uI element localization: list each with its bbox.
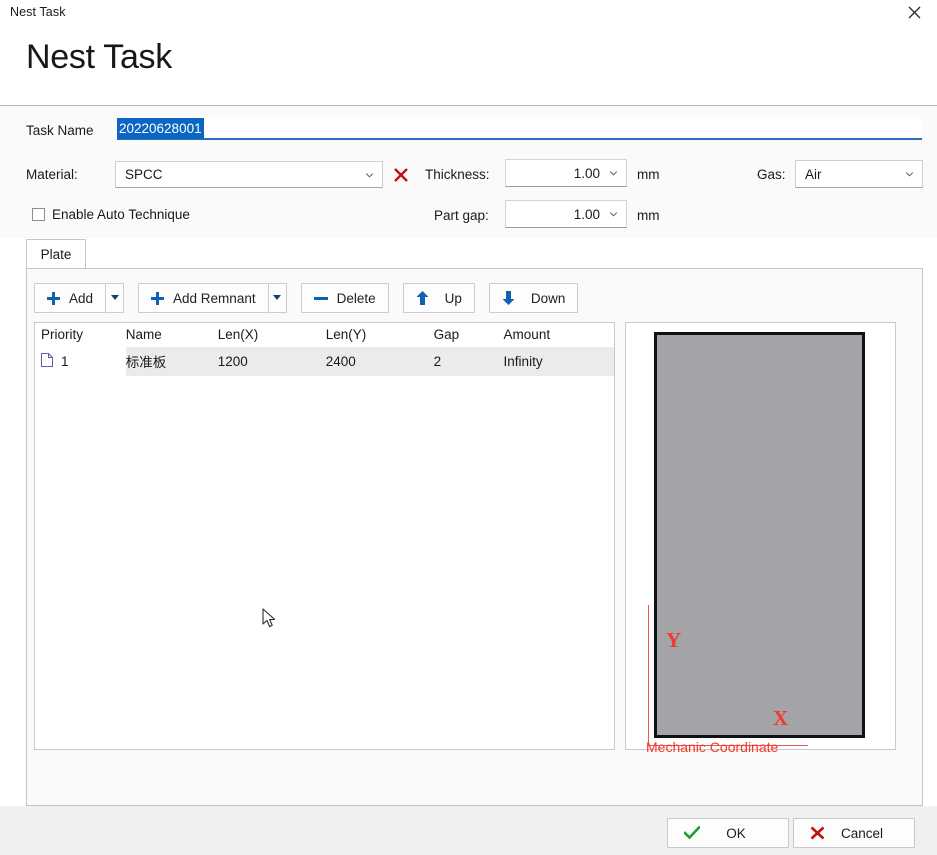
- column-header-name: Name: [125, 323, 218, 347]
- ok-button[interactable]: OK: [667, 818, 789, 848]
- enable-auto-technique-label: Enable Auto Technique: [52, 207, 190, 222]
- add-remnant-button-group: Add Remnant: [138, 283, 287, 313]
- arrow-down-icon: [502, 291, 515, 305]
- add-button[interactable]: Add: [34, 283, 107, 313]
- tab-strip: Plate: [26, 239, 923, 269]
- delete-material-button[interactable]: [388, 161, 414, 188]
- tab-plate[interactable]: Plate: [26, 239, 86, 269]
- cell-name: 标准板: [125, 347, 218, 376]
- plate-preview: Y X Mechanic Coordinate: [625, 322, 896, 755]
- task-name-value: 20220628001: [117, 118, 204, 139]
- plus-icon: [151, 291, 165, 305]
- part-gap-unit-label: mm: [637, 208, 660, 223]
- task-name-input[interactable]: 20220628001: [117, 117, 922, 140]
- move-up-button-label: Up: [444, 290, 462, 306]
- chevron-down-icon: [905, 172, 914, 177]
- minus-icon: [313, 292, 328, 305]
- part-gap-label: Part gap:: [434, 208, 489, 223]
- arrow-up-icon: [416, 291, 429, 305]
- material-value: SPCC: [125, 167, 163, 182]
- gas-value: Air: [805, 166, 822, 182]
- close-icon: [908, 6, 920, 18]
- column-header-amount: Amount: [503, 323, 614, 347]
- gas-label: Gas:: [757, 167, 786, 182]
- thickness-unit-label: mm: [637, 167, 660, 182]
- add-remnant-button-label: Add Remnant: [173, 290, 256, 306]
- plate-rectangle: [654, 332, 865, 738]
- material-label: Material:: [26, 167, 78, 182]
- add-button-group: Add: [34, 283, 125, 313]
- add-button-label: Add: [69, 290, 94, 306]
- dialog-header: Nest Task: [0, 24, 937, 106]
- check-icon: [684, 826, 700, 840]
- red-x-icon: [394, 167, 408, 182]
- axis-y-line: [648, 605, 649, 745]
- column-header-leny: Len(Y): [325, 323, 434, 347]
- cell-gap: 2: [433, 347, 504, 376]
- checkbox-box-icon: [32, 208, 45, 221]
- plate-table[interactable]: Priority Name Len(X) Len(Y) Gap Amount 1…: [34, 322, 615, 750]
- thickness-label: Thickness:: [425, 167, 490, 182]
- red-x-icon: [810, 826, 825, 840]
- document-icon: [41, 352, 53, 370]
- add-remnant-dropdown-button[interactable]: [268, 283, 287, 313]
- column-header-gap: Gap: [433, 323, 504, 347]
- part-gap-select[interactable]: 1.00: [505, 200, 627, 228]
- cancel-button[interactable]: Cancel: [793, 818, 915, 848]
- cell-lenx: 1200: [217, 347, 326, 376]
- table-row[interactable]: 1 标准板 1200 2400 2 Infinity: [35, 347, 614, 376]
- cell-leny: 2400: [325, 347, 434, 376]
- column-header-priority: Priority: [35, 323, 126, 347]
- table-header-row: Priority Name Len(X) Len(Y) Gap Amount: [35, 323, 614, 347]
- enable-auto-technique-checkbox[interactable]: Enable Auto Technique: [32, 207, 190, 222]
- column-header-lenx: Len(X): [217, 323, 326, 347]
- tab-plate-label: Plate: [40, 247, 72, 262]
- add-dropdown-button[interactable]: [106, 283, 125, 313]
- cell-amount: Infinity: [503, 347, 614, 376]
- chevron-down-icon: [609, 212, 618, 217]
- cell-priority: 1: [35, 347, 126, 376]
- thickness-select[interactable]: 1.00: [505, 159, 627, 187]
- coordinate-caption: Mechanic Coordinate: [646, 739, 779, 755]
- task-name-label: Task Name: [26, 123, 94, 138]
- move-up-button[interactable]: Up: [402, 283, 475, 313]
- plate-toolbar: Add Add Remnant Delete Up Down: [34, 283, 579, 313]
- window-titlebar: Nest Task: [0, 0, 937, 24]
- delete-button-label: Delete: [336, 290, 376, 306]
- window-close-button[interactable]: [891, 0, 937, 24]
- window-title: Nest Task: [10, 5, 66, 19]
- axis-y-label: Y: [666, 628, 682, 652]
- plate-panel: Add Add Remnant Delete Up Down Priority …: [26, 268, 923, 806]
- chevron-down-icon: [365, 172, 374, 178]
- delete-button[interactable]: Delete: [300, 283, 389, 313]
- caret-down-icon: [110, 295, 119, 300]
- chevron-down-icon: [609, 171, 618, 176]
- move-down-button[interactable]: Down: [488, 283, 579, 313]
- axis-x-label: X: [773, 706, 789, 730]
- move-down-button-label: Down: [530, 290, 566, 306]
- caret-down-icon: [273, 295, 282, 300]
- cell-priority-value: 1: [61, 353, 69, 369]
- page-title: Nest Task: [26, 38, 172, 76]
- gas-select[interactable]: Air: [795, 160, 923, 188]
- add-remnant-button[interactable]: Add Remnant: [138, 283, 269, 313]
- material-select[interactable]: SPCC: [115, 161, 383, 188]
- plus-icon: [47, 291, 60, 305]
